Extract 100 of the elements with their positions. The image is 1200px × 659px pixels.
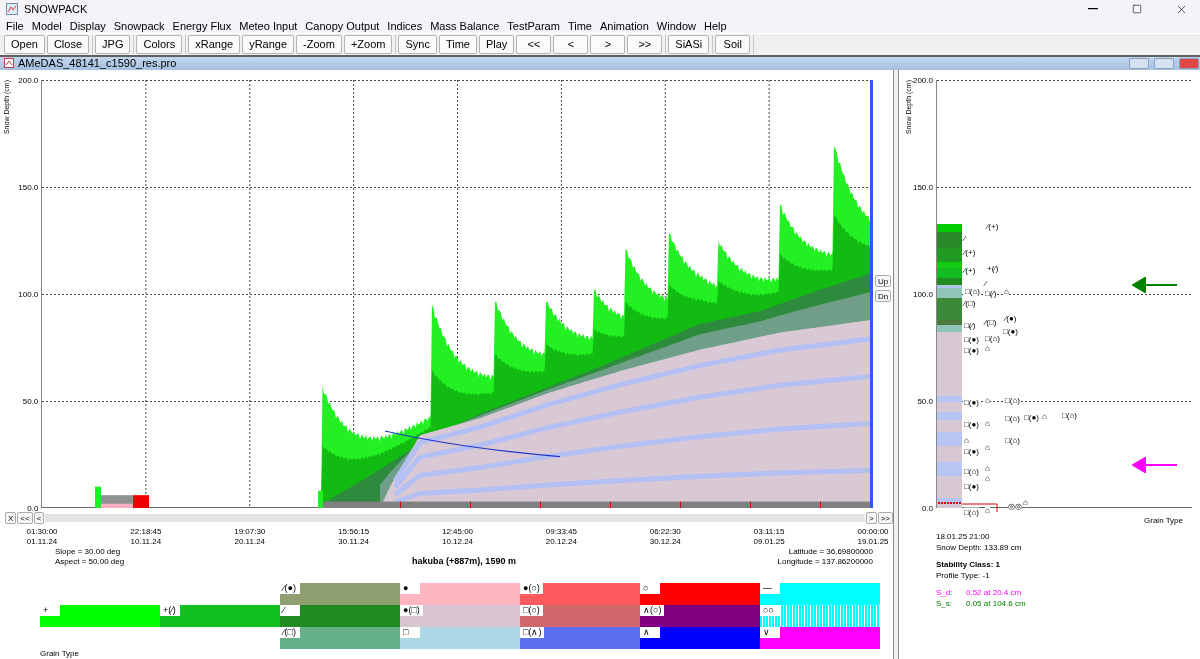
tick-date: 10.12.24 [441, 537, 474, 547]
toolbar-button[interactable]: +Zoom [343, 34, 393, 54]
grain-label: □(⌂) [1005, 435, 1020, 445]
menu-item[interactable]: TestParam [503, 19, 564, 32]
grain-label: □(⌂) [1005, 395, 1020, 405]
tick-date: 30.11.24 [338, 537, 369, 547]
grain-label: □(⌂) [1062, 410, 1077, 420]
grain-label: ⌂ [1004, 286, 1009, 296]
grain-label: □(⁄) [964, 320, 976, 330]
grain-label: ⌂ [985, 343, 990, 353]
grain-label: ◎◎ [1008, 501, 1022, 511]
menu-item[interactable]: Window [652, 19, 700, 32]
toolbar-button[interactable]: > [590, 34, 626, 54]
grain-label: ⌂ [985, 442, 990, 452]
menu-item[interactable]: Display [65, 19, 110, 32]
toolbar-button[interactable]: Soil [715, 34, 751, 54]
toolbar-button[interactable]: << [516, 34, 552, 54]
station-name: hakuba (+887m), 1590 m [411, 555, 517, 566]
scroll-button[interactable]: >> [877, 512, 893, 524]
toolbar-button[interactable]: Close [46, 34, 90, 54]
toolbar-button[interactable]: Colors [136, 34, 183, 54]
grain-label: ⁄(+) [987, 221, 999, 231]
grain-label: ⌂ [985, 505, 990, 515]
menu-item[interactable]: Indices [383, 19, 427, 32]
grain-label: ⌂ [985, 418, 990, 428]
toolbar-button[interactable]: yRange [242, 34, 295, 54]
legend-title: Grain Type [39, 649, 80, 659]
axis-tick-label: 100.0 [912, 289, 933, 299]
grain-label: □(●) [964, 397, 979, 407]
axis-title: Grain Type [1144, 516, 1183, 525]
toolbar-button[interactable]: Play [478, 34, 515, 54]
grain-label: □(⁄) [985, 288, 997, 298]
tick-time: 22:18:45 [130, 527, 162, 537]
axis-tick-label: 0.0 [921, 503, 933, 513]
index-value: 0.05 at 104.6 cm [966, 598, 1026, 609]
menu-item[interactable]: Model [27, 19, 66, 32]
toolbar-button[interactable]: >> [627, 34, 663, 54]
minimize-icon [1088, 8, 1098, 10]
grain-label: ⁄(+) [964, 265, 976, 275]
tick-time: 12:45:00 [441, 527, 474, 537]
menu-item[interactable]: Help [699, 19, 731, 32]
grain-label: ⁄(□) [964, 298, 976, 308]
maximize-icon [1132, 4, 1142, 14]
latitude-text: Latitude = 36.69800000 [788, 547, 873, 557]
grain-label: □(●) [964, 481, 979, 491]
toolbar-button[interactable]: Open [4, 34, 45, 54]
menu-item[interactable]: Time [563, 19, 596, 32]
axis-tick-label: 0.0 [27, 503, 39, 513]
grain-label: □(⌂) [964, 466, 979, 476]
toolbar-button[interactable]: Sync [398, 34, 437, 54]
scroll-button[interactable]: < [33, 512, 45, 524]
scroll-button[interactable]: > [866, 512, 877, 524]
close-button[interactable] [1179, 57, 1199, 69]
grain-label: □(●) [964, 419, 979, 429]
menu-item[interactable]: Meteo Input [235, 19, 302, 32]
index-name: S_d: [936, 587, 954, 598]
toolbar-button[interactable]: JPG [95, 34, 131, 54]
toolbar-button[interactable]: Time [438, 34, 477, 54]
grain-symbol: □(○) [520, 605, 543, 616]
minimize-button[interactable] [1129, 57, 1149, 69]
axis-tick-label: 100.0 [18, 289, 39, 299]
shift-down-button[interactable]: Dn [875, 290, 892, 302]
grain-symbol: ∨ [760, 627, 780, 638]
tick-time: 09:33:45 [545, 527, 577, 537]
tick-time: 19:07:30 [234, 527, 266, 537]
snow-depth-text: Snow Depth: 133.89 cm [936, 542, 1023, 553]
menu-item[interactable]: Animation [595, 19, 653, 32]
tick-date: 20.12.24 [545, 537, 577, 547]
grain-symbol: ● [400, 583, 420, 594]
grain-symbol: ○ [640, 583, 660, 594]
axis-tick-label: 50.0 [22, 396, 39, 406]
menu-item[interactable]: File [2, 19, 28, 32]
menu-item[interactable]: Mass Balance [426, 19, 504, 32]
shift-up-button[interactable]: Up [875, 275, 892, 287]
restore-button[interactable] [1154, 57, 1174, 69]
tick-time: 03:11:15 [753, 527, 785, 537]
grain-symbol: ∧(○) [640, 605, 665, 616]
grain-label: □(●) [1003, 326, 1018, 336]
grain-symbol: ●(○) [520, 583, 543, 594]
grain-label: ⌂ [985, 473, 990, 483]
grain-label: ⁄(□) [985, 317, 997, 327]
axis-tick-label: 150.0 [912, 182, 933, 192]
toolbar-button[interactable]: SiASi [668, 34, 710, 54]
toolbar-button[interactable]: xRange [188, 34, 241, 54]
toolbar-button[interactable]: -Zoom [296, 34, 342, 54]
grain-label: □(⌂) [1005, 413, 1020, 423]
menu-item[interactable]: Energy Flux [168, 19, 236, 32]
app-icon [6, 3, 18, 15]
grain-label: □(●) [964, 345, 979, 355]
scroll-button[interactable]: X [5, 512, 17, 524]
toolbar-button[interactable]: < [553, 34, 589, 54]
axis-tick-label: 50.0 [917, 396, 933, 406]
menu-item[interactable]: Canopy Output [301, 19, 384, 32]
grain-label: ⌂ [985, 463, 990, 473]
grain-label: ⁄ [964, 233, 966, 243]
index-value: 0.52 at 20.4 cm [966, 587, 1022, 598]
grain-label: +(⁄) [987, 263, 999, 273]
scroll-button[interactable]: << [17, 512, 33, 524]
menu-item[interactable]: Snowpack [109, 19, 169, 32]
aspect-text: Aspect = 50.00 deg [55, 557, 125, 567]
